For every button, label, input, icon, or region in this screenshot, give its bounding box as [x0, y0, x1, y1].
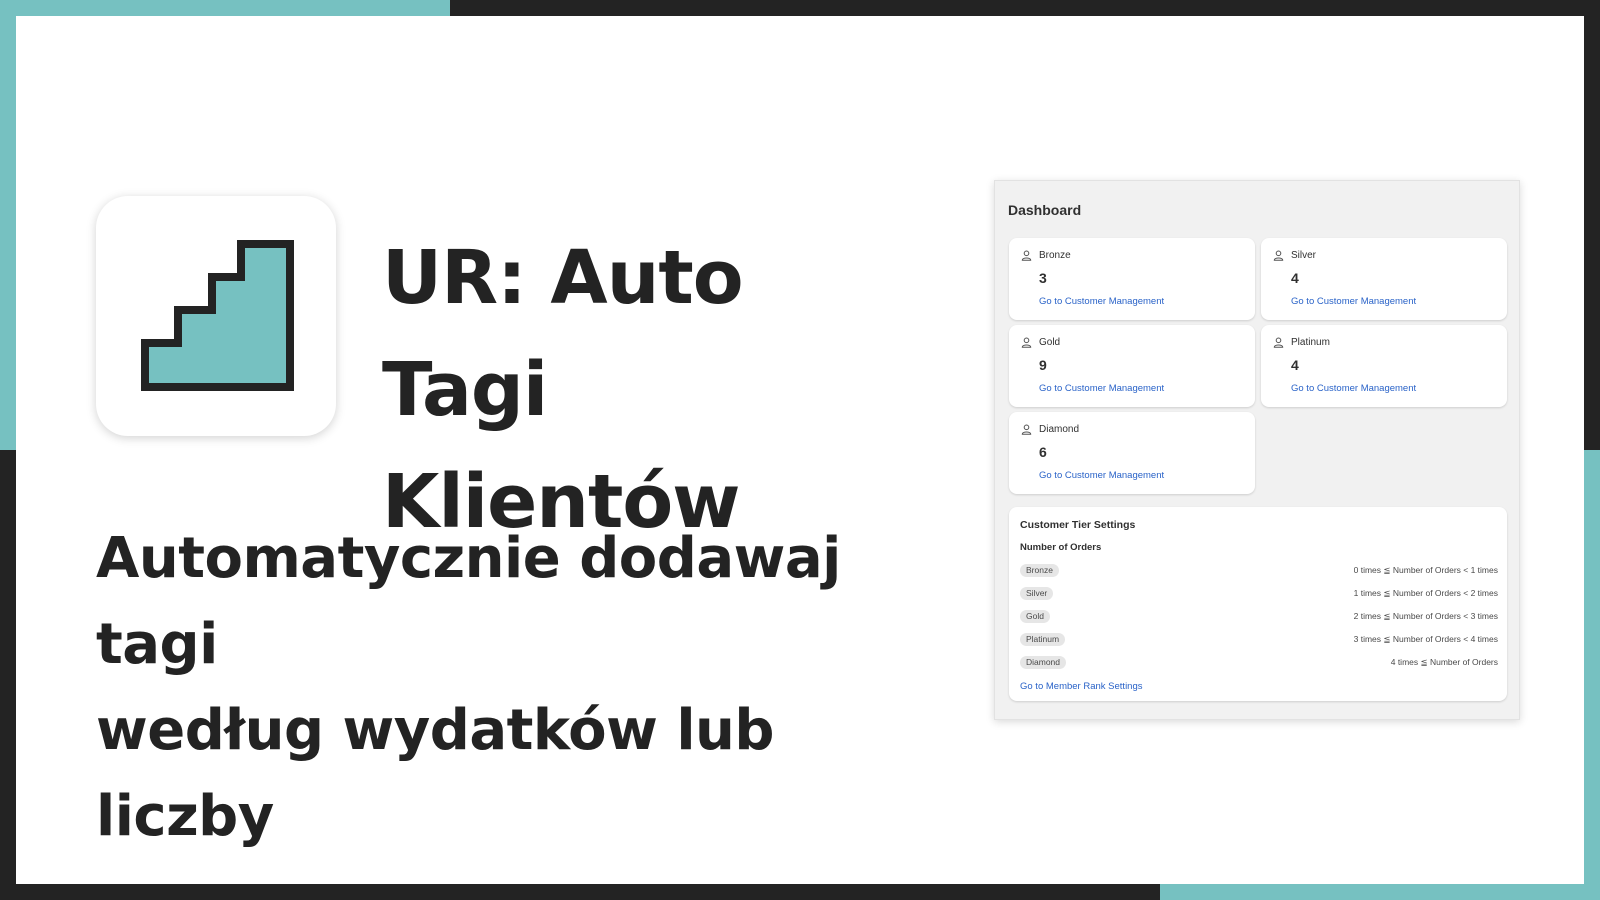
person-icon: [1021, 250, 1032, 261]
tier-name: Gold: [1039, 337, 1061, 348]
tagline: Automatycznie dodawaj tagi według wydatk…: [96, 516, 916, 860]
tier-count: 6: [1039, 444, 1047, 460]
dashboard-panel: Dashboard Bronze 3 Go to Customer Manage…: [994, 180, 1520, 720]
tier-name: Bronze: [1039, 250, 1071, 261]
settings-title: Customer Tier Settings: [1020, 519, 1136, 531]
customer-management-link[interactable]: Go to Customer Management: [1039, 470, 1164, 481]
customer-management-link[interactable]: Go to Customer Management: [1291, 383, 1416, 394]
tier-rule: 2 times ≦ Number of Orders < 3 times: [1353, 611, 1498, 621]
tier-name: Diamond: [1039, 424, 1080, 435]
tier-badge: Diamond: [1020, 656, 1067, 669]
tier-badge: Platinum: [1020, 633, 1066, 646]
customer-tier-settings-card: Customer Tier Settings Number of Orders …: [1009, 507, 1507, 701]
app-logo: [96, 196, 336, 436]
tier-rule-row: Platinum 3 times ≦ Number of Orders < 4 …: [1020, 632, 1498, 648]
tier-badge: Gold: [1020, 610, 1050, 623]
person-icon: [1273, 250, 1284, 261]
tier-badge: Silver: [1020, 587, 1054, 600]
settings-subtitle: Number of Orders: [1020, 542, 1102, 553]
tier-count: 9: [1039, 357, 1047, 373]
tagline-line-2: według wydatków lub liczby: [96, 698, 775, 849]
customer-management-link[interactable]: Go to Customer Management: [1039, 296, 1164, 307]
tier-card-silver: Silver 4 Go to Customer Management: [1261, 238, 1507, 320]
tier-card-bronze: Bronze 3 Go to Customer Management: [1009, 238, 1255, 320]
tier-rule: 0 times ≦ Number of Orders < 1 times: [1353, 565, 1498, 575]
member-rank-settings-link[interactable]: Go to Member Rank Settings: [1020, 681, 1143, 692]
tier-badge: Bronze: [1020, 564, 1059, 577]
tagline-line-1: Automatycznie dodawaj tagi: [96, 526, 841, 677]
tier-rule: 4 times ≦ Number of Orders: [1390, 657, 1498, 667]
app-title: UR: Auto Tagi Klientów: [382, 222, 902, 558]
tier-rule-row: Gold 2 times ≦ Number of Orders < 3 time…: [1020, 609, 1498, 625]
customer-management-link[interactable]: Go to Customer Management: [1039, 383, 1164, 394]
app-title-line-1: UR: Auto Tagi: [382, 235, 744, 433]
person-icon: [1273, 337, 1284, 348]
tier-rule-row: Silver 1 times ≦ Number of Orders < 2 ti…: [1020, 586, 1498, 602]
tier-count: 4: [1291, 357, 1299, 373]
tier-card-platinum: Platinum 4 Go to Customer Management: [1261, 325, 1507, 407]
tier-count: 3: [1039, 270, 1047, 286]
tier-name: Silver: [1291, 250, 1317, 261]
customer-management-link[interactable]: Go to Customer Management: [1291, 296, 1416, 307]
tier-rule: 3 times ≦ Number of Orders < 4 times: [1353, 634, 1498, 644]
person-icon: [1021, 337, 1032, 348]
tier-card-gold: Gold 9 Go to Customer Management: [1009, 325, 1255, 407]
tier-rule: 1 times ≦ Number of Orders < 2 times: [1353, 588, 1498, 598]
dashboard-title: Dashboard: [1008, 202, 1082, 218]
person-icon: [1021, 424, 1032, 435]
tier-name: Platinum: [1291, 337, 1330, 348]
tier-count: 4: [1291, 270, 1299, 286]
staircase-icon: [141, 240, 294, 391]
tier-card-diamond: Diamond 6 Go to Customer Management: [1009, 412, 1255, 494]
tier-rule-row: Bronze 0 times ≦ Number of Orders < 1 ti…: [1020, 563, 1498, 579]
tier-rule-row: Diamond 4 times ≦ Number of Orders: [1020, 655, 1498, 671]
